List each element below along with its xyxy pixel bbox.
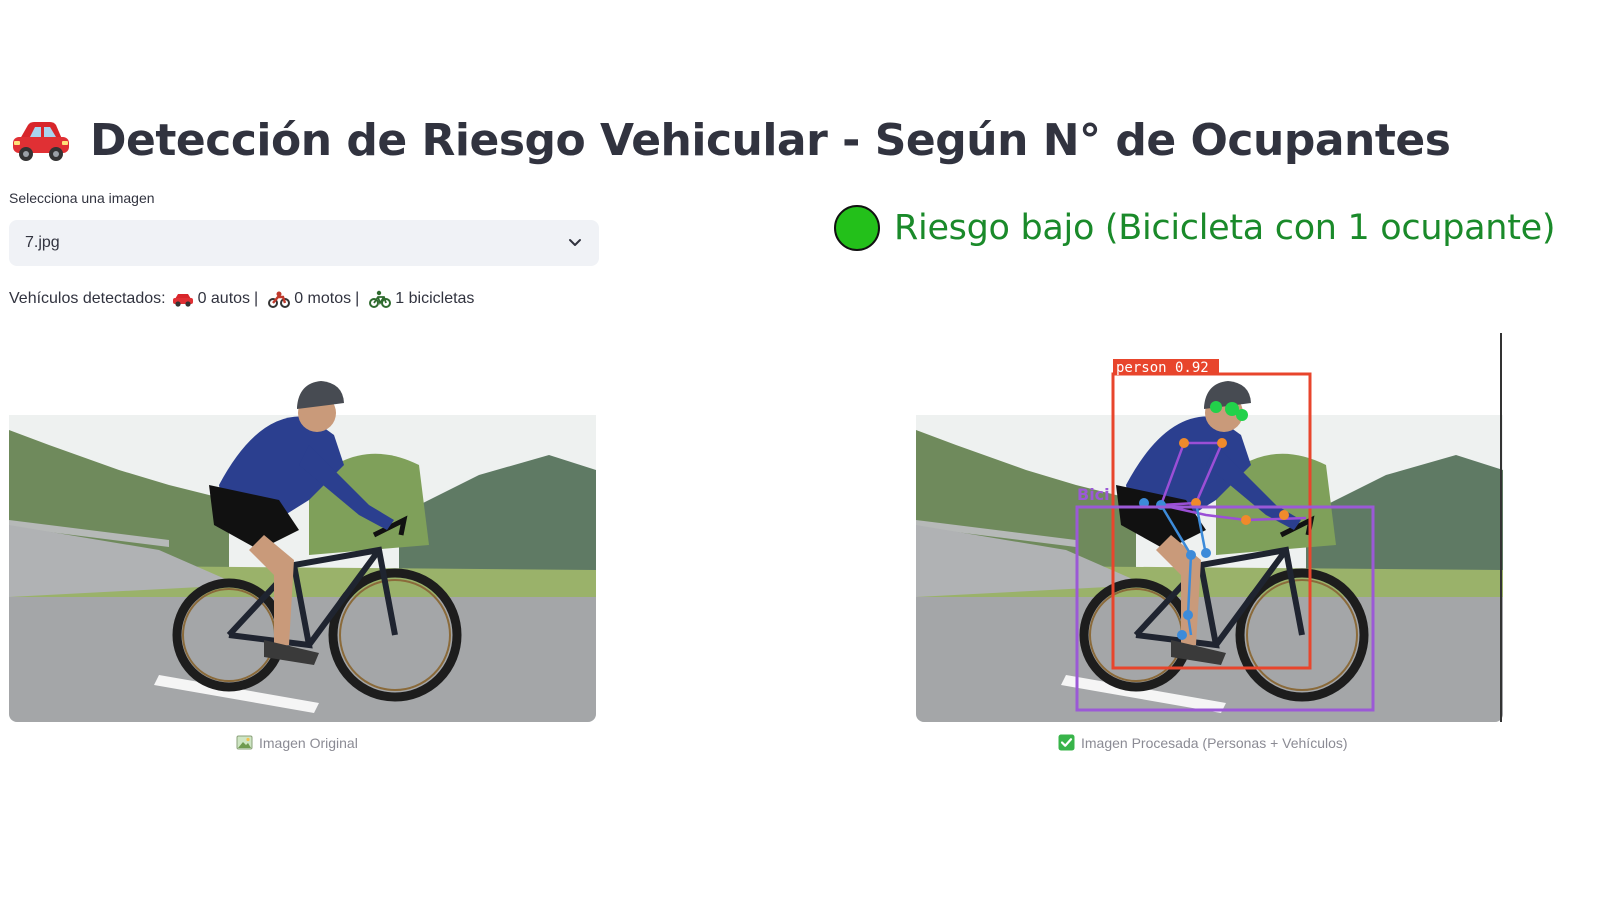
motos-count: 0 motos: [294, 290, 352, 307]
person-box-label: person 0.92: [1116, 360, 1209, 376]
risk-indicator: Riesgo bajo (Bicicleta con 1 ocupante): [834, 205, 1556, 251]
car-icon: [172, 290, 194, 308]
picture-icon: [236, 734, 253, 751]
check-mark-icon: [1058, 734, 1075, 751]
image-select[interactable]: 7.jpg: [9, 220, 599, 266]
chevron-down-icon: [567, 234, 583, 250]
image-select-value: 7.jpg: [25, 234, 60, 251]
separator: |: [355, 290, 360, 307]
page-title-row: Detección de Riesgo Vehicular - Según N°…: [10, 108, 1451, 172]
image-select-label: Selecciona una imagen: [9, 190, 155, 206]
original-image-caption-text: Imagen Original: [259, 734, 358, 751]
red-car-icon: [10, 117, 72, 163]
risk-text: Riesgo bajo (Bicicleta con 1 ocupante): [894, 208, 1556, 248]
bicycle-box-label: Bici: [1077, 485, 1110, 504]
processed-image: person 0.92 Bici: [916, 335, 1503, 722]
vehicles-prefix: Vehículos detectados:: [9, 290, 166, 307]
original-image-caption: Imagen Original: [236, 734, 358, 751]
vehicles-detected: Vehículos detectados: 0 autos | 0 motos …: [9, 290, 474, 308]
motorcycle-icon: [268, 290, 291, 308]
processed-image-caption-text: Imagen Procesada (Personas + Vehículos): [1081, 734, 1348, 751]
separator: |: [254, 290, 259, 307]
bicicletas-count: 1 bicicletas: [395, 290, 475, 307]
page-title: Detección de Riesgo Vehicular - Según N°…: [90, 114, 1451, 166]
green-circle-icon: [834, 205, 880, 251]
original-image: [9, 335, 596, 722]
autos-count: 0 autos: [197, 290, 251, 307]
bicycle-icon: [369, 290, 392, 308]
processed-image-caption: Imagen Procesada (Personas + Vehículos): [1058, 734, 1348, 751]
image-divider-line: [1500, 333, 1502, 722]
